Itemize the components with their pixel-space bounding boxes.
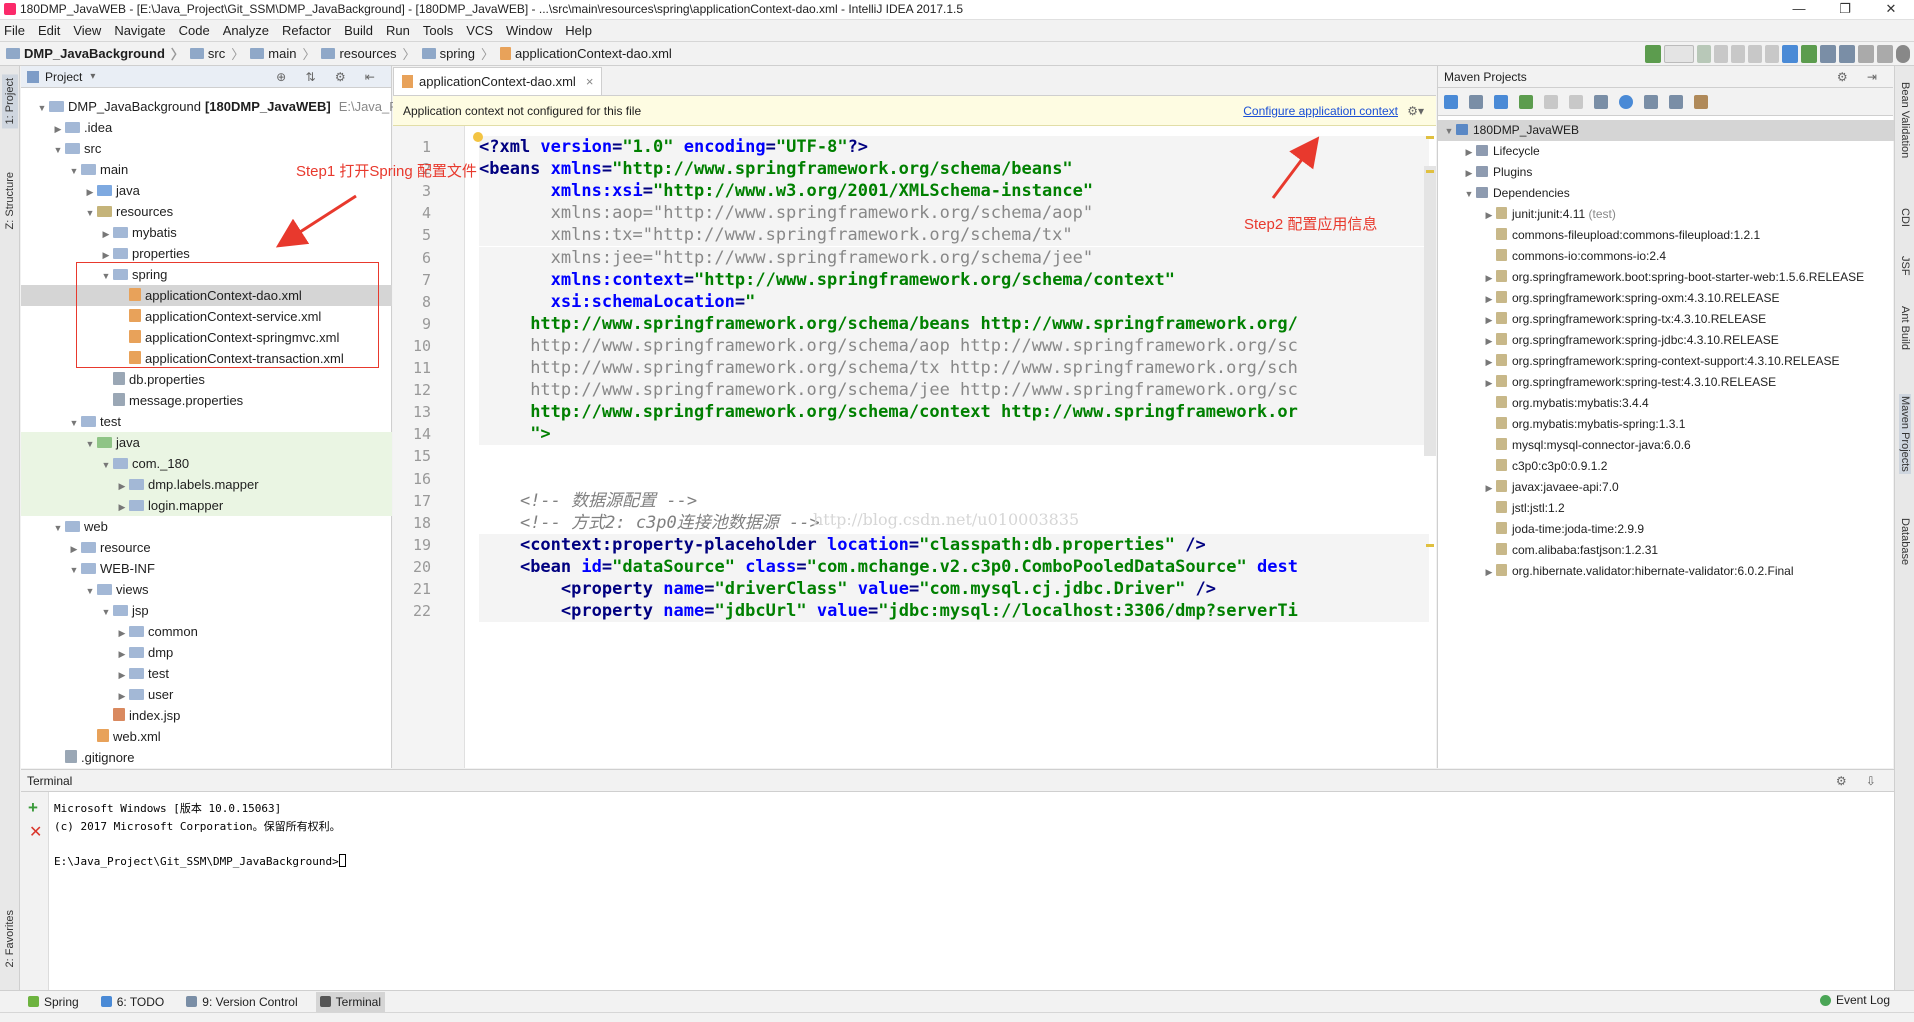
arrow-to-configure-link: [1271, 136, 1320, 199]
arrow-to-spring-folder: [275, 194, 357, 248]
annotation-arrows: [275, 136, 1320, 248]
